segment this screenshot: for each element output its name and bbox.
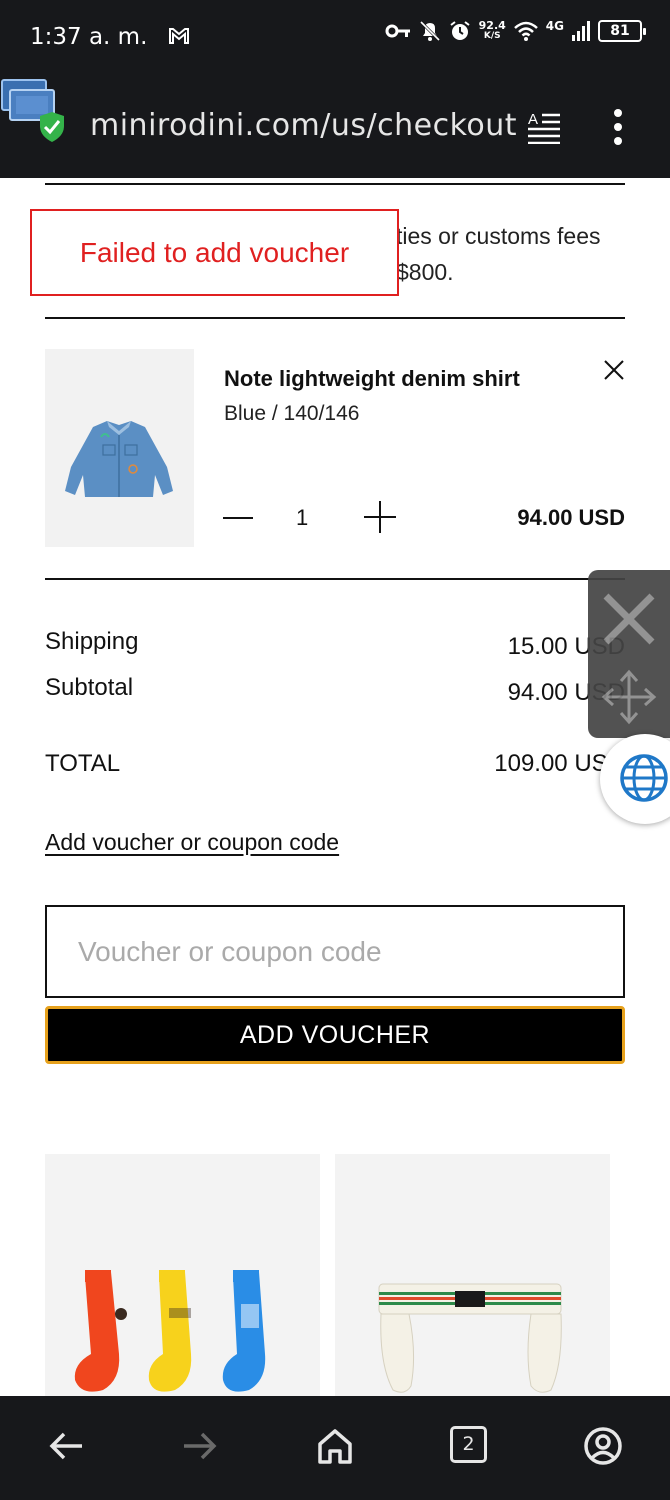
divider bbox=[45, 578, 625, 580]
close-overlay-icon[interactable] bbox=[598, 588, 660, 650]
divider bbox=[45, 317, 625, 319]
total-label: TOTAL bbox=[45, 750, 121, 777]
subtotal-label: Subtotal bbox=[45, 674, 134, 701]
network-speed: 92.4 K/S bbox=[479, 20, 506, 42]
wifi-icon bbox=[513, 21, 538, 41]
notice-line-2: $800. bbox=[396, 259, 454, 285]
recommended-product-headband[interactable] bbox=[335, 1154, 610, 1396]
notifications-off-icon bbox=[419, 20, 440, 42]
recommended-product-socks[interactable] bbox=[45, 1154, 320, 1396]
duties-notice: ties or customs fees $800. bbox=[396, 218, 601, 290]
product-image[interactable] bbox=[45, 349, 194, 547]
browser-bottom-bar: 2 bbox=[0, 1396, 670, 1500]
battery-icon: 81 bbox=[598, 20, 646, 42]
item-price: 94.00 USD bbox=[517, 505, 625, 530]
speed-unit: K/S bbox=[483, 31, 501, 41]
checkout-page: ties or customs fees $800. Failed to add… bbox=[0, 178, 670, 1396]
add-voucher-link[interactable]: Add voucher or coupon code bbox=[45, 829, 339, 856]
floating-control-panel bbox=[588, 570, 670, 738]
move-overlay-icon[interactable] bbox=[600, 668, 658, 726]
browser-toolbar: minirodini.com/us/checkout A bbox=[0, 72, 670, 178]
vpn-key-icon bbox=[385, 24, 410, 38]
increase-quantity-icon[interactable] bbox=[364, 501, 396, 533]
remove-item-icon[interactable] bbox=[602, 358, 626, 382]
overflow-menu-icon[interactable] bbox=[604, 108, 632, 146]
voucher-input[interactable] bbox=[45, 905, 625, 998]
back-arrow-icon[interactable] bbox=[46, 1426, 86, 1466]
network-type: 4G bbox=[545, 19, 564, 33]
add-voucher-button[interactable]: ADD VOUCHER bbox=[45, 1006, 625, 1064]
account-icon[interactable] bbox=[583, 1426, 623, 1466]
alarm-icon bbox=[450, 21, 470, 40]
svg-text:A: A bbox=[528, 111, 538, 128]
divider bbox=[45, 183, 625, 185]
decrease-quantity-icon[interactable] bbox=[223, 503, 253, 533]
signal-icon bbox=[572, 21, 590, 41]
shipping-label: Shipping bbox=[45, 628, 139, 655]
status-time: 1:37 a. m. bbox=[30, 24, 148, 50]
translate-button[interactable] bbox=[600, 734, 670, 824]
error-toast: Failed to add voucher bbox=[30, 209, 399, 296]
forward-arrow-icon[interactable] bbox=[180, 1426, 220, 1466]
reader-mode-icon[interactable]: A bbox=[526, 110, 562, 144]
headband-image bbox=[378, 1283, 562, 1393]
socks-image bbox=[74, 1270, 266, 1392]
product-name[interactable]: Note lightweight denim shirt bbox=[224, 366, 520, 392]
globe-icon bbox=[620, 754, 668, 802]
home-icon[interactable] bbox=[315, 1426, 355, 1466]
quantity-value: 1 bbox=[296, 505, 309, 530]
product-variant: Blue / 140/146 bbox=[224, 402, 360, 425]
site-security-icon[interactable] bbox=[0, 76, 70, 146]
tabs-button[interactable]: 2 bbox=[450, 1426, 487, 1463]
gmail-icon bbox=[169, 28, 189, 44]
speed-value: 92.4 bbox=[478, 19, 506, 32]
error-message: Failed to add voucher bbox=[79, 236, 350, 268]
tab-count: 2 bbox=[462, 1433, 475, 1455]
notice-line-1: ties or customs fees bbox=[396, 223, 601, 249]
url-text[interactable]: minirodini.com/us/checkout bbox=[90, 108, 517, 143]
status-bar: 1:37 a. m. 92.4 K/S 4G 81 bbox=[0, 0, 670, 72]
